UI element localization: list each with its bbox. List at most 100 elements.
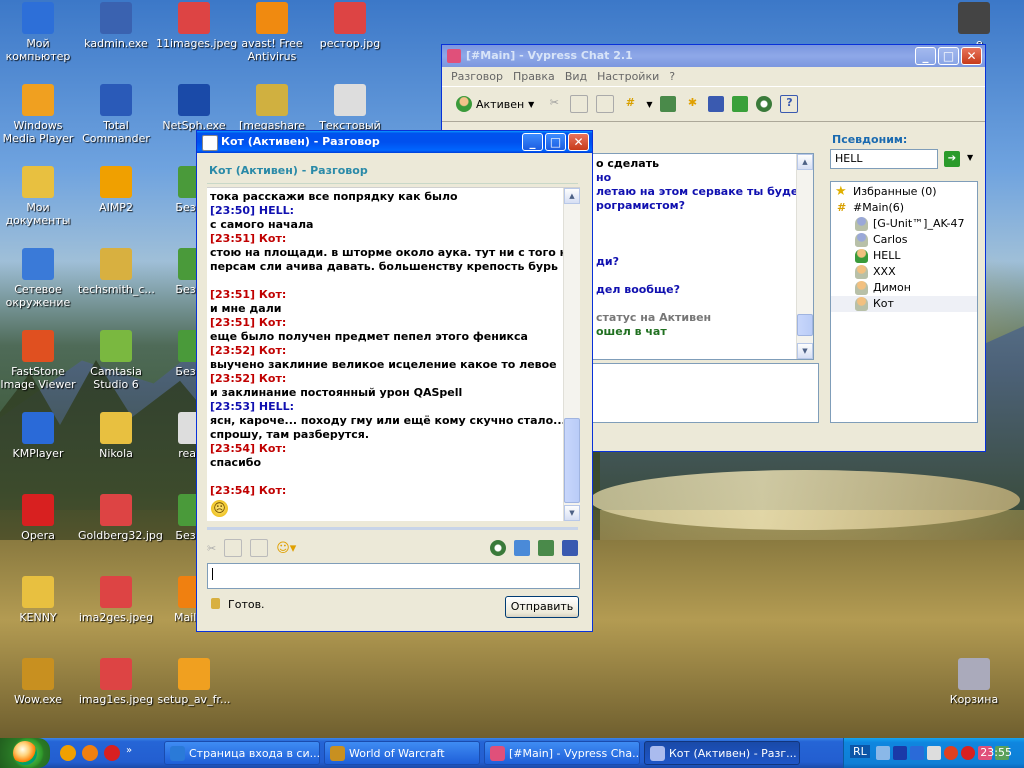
desktop-icon[interactable]: Сетевое окружение xyxy=(0,248,76,309)
menu-item[interactable]: Вид xyxy=(560,67,592,86)
paste-icon[interactable] xyxy=(596,95,615,113)
menu-item[interactable]: ? xyxy=(664,67,680,86)
desktop-icon[interactable]: KENNY xyxy=(0,576,76,624)
desktop-icon[interactable]: imag1es.jpeg xyxy=(78,658,154,706)
settings-icon[interactable] xyxy=(756,96,773,112)
desktop-icon[interactable]: Nikola xyxy=(78,412,154,460)
desktop-icon[interactable]: Мои документы xyxy=(0,166,76,227)
splitter-handle[interactable] xyxy=(207,527,578,530)
cut-icon[interactable]: ✂ xyxy=(546,96,562,112)
desktop-icon[interactable]: KMPlayer xyxy=(0,412,76,460)
paste-icon[interactable] xyxy=(250,539,269,557)
cut-icon[interactable]: ✂ xyxy=(207,542,216,555)
aimp-icon[interactable] xyxy=(60,745,76,761)
settings-icon[interactable] xyxy=(490,540,506,556)
scroll-down-arrow[interactable]: ▼ xyxy=(797,343,813,359)
maximize-button[interactable]: □ xyxy=(938,47,959,65)
channel-input[interactable] xyxy=(592,363,819,423)
desktop-icon[interactable]: [megashare xyxy=(234,84,310,132)
close-button[interactable]: ✕ xyxy=(568,133,589,151)
user-list[interactable]: ★ Избранные (0) # #Main(6) [G-Unit™]_AK-… xyxy=(830,181,978,423)
command-icon[interactable] xyxy=(732,96,749,112)
chevron-down-icon[interactable]: ▼ xyxy=(967,153,973,162)
close-button[interactable]: ✕ xyxy=(961,47,982,65)
channel-icon[interactable]: # xyxy=(622,96,638,112)
network-icon[interactable] xyxy=(876,746,890,760)
opera-tray-icon[interactable] xyxy=(961,746,975,760)
send-button[interactable]: Отправить xyxy=(505,596,579,618)
desktop-icon[interactable]: avast! Free Antivirus xyxy=(234,2,310,63)
menu-item[interactable]: Правка xyxy=(508,67,560,86)
private-titlebar[interactable]: Кот (Активен) - Разговор _ □ ✕ xyxy=(197,131,592,153)
start-button[interactable] xyxy=(0,738,50,768)
copy-icon[interactable] xyxy=(570,95,589,113)
maximize-button[interactable]: □ xyxy=(545,133,566,151)
channel-scrollbar[interactable]: ▲ ▼ xyxy=(796,154,813,359)
taskbar-button[interactable]: Страница входа в си... xyxy=(164,741,320,765)
user-item[interactable]: HELL xyxy=(831,248,977,264)
channel-chat-pane[interactable]: о сделать но летаю на этом серваке ты буде… xyxy=(592,153,814,360)
message-history[interactable]: тока расскажи все попрядку как было [23:5… xyxy=(207,187,580,521)
desktop-icon[interactable]: рестор.jpg xyxy=(312,2,388,50)
scroll-up-arrow[interactable]: ▲ xyxy=(564,188,580,204)
desktop-icon[interactable]: ima2ges.jpeg xyxy=(78,576,154,624)
alert-icon[interactable]: ✱ xyxy=(684,96,700,112)
chevron-right-icon[interactable]: » xyxy=(126,745,142,761)
desktop-icon[interactable]: AIMP2 xyxy=(78,166,154,214)
book-icon[interactable] xyxy=(708,96,725,112)
favorites-item[interactable]: ★ Избранные (0) xyxy=(831,184,977,200)
history-scrollbar[interactable]: ▲ ▼ xyxy=(563,188,580,521)
desktop-icon[interactable]: NetSph.exe xyxy=(156,84,232,132)
desktop-icon[interactable]: Opera xyxy=(0,494,76,542)
chevron-down-icon[interactable]: ▼ xyxy=(646,100,652,109)
apply-nickname-button[interactable]: ➔ xyxy=(944,151,960,167)
desktop-icon[interactable]: setup_av_fr... xyxy=(156,658,232,706)
volume-icon[interactable] xyxy=(927,746,941,760)
desktop-icon[interactable]: Camtasia Studio 6 xyxy=(78,330,154,391)
scroll-down-arrow[interactable]: ▼ xyxy=(564,505,580,521)
desktop-icon[interactable]: Мой компьютер xyxy=(0,2,76,63)
history-icon[interactable] xyxy=(562,540,578,556)
desktop-icon[interactable]: Текстовый xyxy=(312,84,388,132)
minimize-button[interactable]: _ xyxy=(522,133,543,151)
desktop-icon[interactable]: Wow.exe xyxy=(0,658,76,706)
taskbar-button[interactable]: Кот (Активен) - Разг... xyxy=(644,741,800,765)
nickname-input[interactable]: HELL xyxy=(830,149,938,169)
send-file-icon[interactable] xyxy=(514,540,530,556)
user-item[interactable]: Carlos xyxy=(831,232,977,248)
desktop-icon[interactable]: kadmin.exe xyxy=(78,2,154,50)
user-item[interactable]: Димон xyxy=(831,280,977,296)
desktop-icon[interactable]: Windows Media Player xyxy=(0,84,76,145)
user-item[interactable]: Кот xyxy=(831,296,977,312)
smiley-icon[interactable]: ☺▾ xyxy=(276,541,296,556)
desktop-icon[interactable]: FastStone Image Viewer xyxy=(0,330,76,391)
media-icon[interactable] xyxy=(893,746,907,760)
copy-icon[interactable] xyxy=(224,539,243,557)
menu-item[interactable]: Разговор xyxy=(446,67,508,86)
language-indicator[interactable]: RL xyxy=(850,745,870,758)
scroll-thumb[interactable] xyxy=(564,418,580,503)
status-button[interactable]: Активен ▼ xyxy=(452,94,538,114)
vypress-titlebar[interactable]: [#Main] - Vypress Chat 2.1 _ □ ✕ xyxy=(442,45,985,67)
desktop-icon[interactable]: Total Commander xyxy=(78,84,154,145)
taskbar-button[interactable]: [#Main] - Vypress Cha... xyxy=(484,741,640,765)
mail-icon[interactable] xyxy=(82,745,98,761)
message-icon[interactable] xyxy=(538,540,554,556)
user-item[interactable]: XXX xyxy=(831,264,977,280)
message-icon[interactable] xyxy=(660,96,677,112)
opera-icon[interactable] xyxy=(104,745,120,761)
menu-item[interactable]: Настройки xyxy=(592,67,664,86)
desktop-icon[interactable]: Goldberg32.jpg xyxy=(78,494,163,542)
minimize-button[interactable]: _ xyxy=(915,47,936,65)
taskbar-button[interactable]: World of Warcraft xyxy=(324,741,480,765)
message-input[interactable] xyxy=(207,563,580,589)
user-item[interactable]: [G-Unit™]_AK-47 xyxy=(831,216,977,232)
shield-icon[interactable] xyxy=(910,746,924,760)
desktop-icon[interactable]: Корзина xyxy=(936,658,1012,706)
channel-item[interactable]: # #Main(6) xyxy=(831,200,977,216)
scroll-up-arrow[interactable]: ▲ xyxy=(797,154,813,170)
private-chat-window[interactable]: Кот (Активен) - Разговор _ □ ✕ Кот (Акти… xyxy=(196,130,593,632)
help-icon[interactable]: ? xyxy=(780,95,799,113)
desktop-icon[interactable]: ...e xyxy=(936,2,1012,50)
desktop-icon[interactable]: 11images.jpeg xyxy=(156,2,237,50)
